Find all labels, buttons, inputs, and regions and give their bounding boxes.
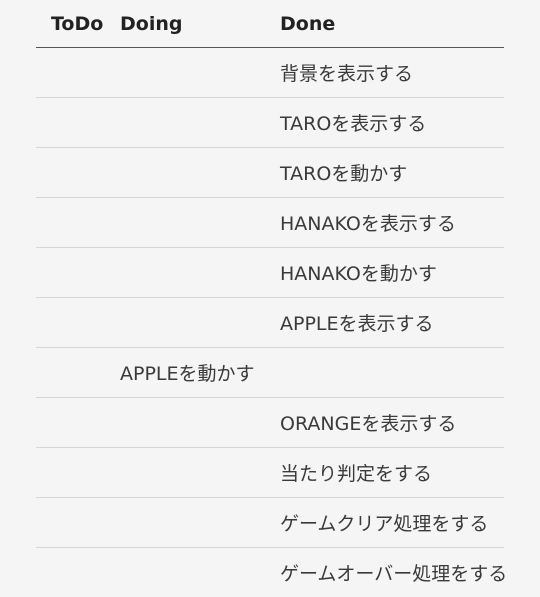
cell-doing: [120, 448, 280, 498]
cell-todo: [36, 498, 120, 548]
cell-doing: [120, 98, 280, 148]
cell-todo: [36, 248, 120, 298]
cell-done: [280, 348, 504, 398]
column-header-doing: Doing: [120, 0, 280, 48]
column-header-done: Done: [280, 0, 504, 48]
header-row: ToDo Doing Done: [36, 0, 504, 48]
cell-todo: [36, 98, 120, 148]
cell-doing: [120, 298, 280, 348]
cell-todo: [36, 448, 120, 498]
table-row: TAROを表示する: [36, 98, 504, 148]
cell-done: APPLEを表示する: [280, 298, 504, 348]
cell-done: 背景を表示する: [280, 48, 504, 98]
cell-doing: [120, 48, 280, 98]
cell-done: ゲームオーバー処理をする: [280, 548, 504, 597]
table-row: APPLEを表示する: [36, 298, 504, 348]
cell-todo: [36, 348, 120, 398]
cell-done: TAROを表示する: [280, 98, 504, 148]
cell-doing: [120, 548, 280, 597]
table-body: 背景を表示する TAROを表示する TAROを動かす HANAKOを表示する H: [36, 48, 504, 597]
cell-doing: [120, 248, 280, 298]
cell-doing: [120, 148, 280, 198]
table-row: ORANGEを表示する: [36, 398, 504, 448]
table-row: HANAKOを表示する: [36, 198, 504, 248]
table-row: ゲームオーバー処理をする: [36, 548, 504, 597]
cell-todo: [36, 198, 120, 248]
cell-done: 当たり判定をする: [280, 448, 504, 498]
cell-done: TAROを動かす: [280, 148, 504, 198]
table-row: HANAKOを動かす: [36, 248, 504, 298]
table-row: 背景を表示する: [36, 48, 504, 98]
table-row: ゲームクリア処理をする: [36, 498, 504, 548]
cell-doing: [120, 498, 280, 548]
cell-done: HANAKOを表示する: [280, 198, 504, 248]
table-row: TAROを動かす: [36, 148, 504, 198]
cell-doing: [120, 198, 280, 248]
table-row: 当たり判定をする: [36, 448, 504, 498]
cell-doing: APPLEを動かす: [120, 348, 280, 398]
cell-done: HANAKOを動かす: [280, 248, 504, 298]
column-header-todo: ToDo: [36, 0, 120, 48]
cell-todo: [36, 298, 120, 348]
cell-done: ゲームクリア処理をする: [280, 498, 504, 548]
task-board: ToDo Doing Done 背景を表示する TAROを表示する TAROを動…: [36, 0, 504, 597]
table-row: APPLEを動かす: [36, 348, 504, 398]
table-header: ToDo Doing Done: [36, 0, 504, 48]
cell-doing: [120, 398, 280, 448]
cell-todo: [36, 148, 120, 198]
cell-todo: [36, 48, 120, 98]
cell-todo: [36, 548, 120, 597]
cell-done: ORANGEを表示する: [280, 398, 504, 448]
cell-todo: [36, 398, 120, 448]
task-table: ToDo Doing Done 背景を表示する TAROを表示する TAROを動…: [36, 0, 504, 597]
